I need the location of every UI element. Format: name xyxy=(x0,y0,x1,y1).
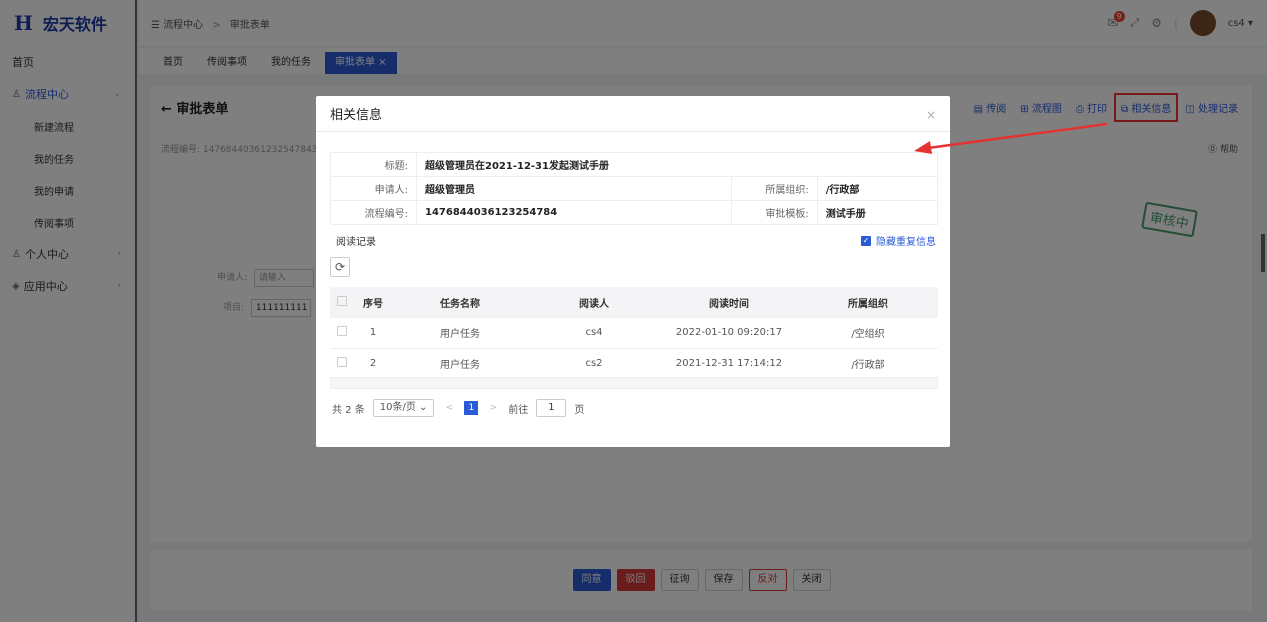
table-cell: 2022-01-10 09:20:17 xyxy=(660,318,798,349)
row-select-cell xyxy=(330,318,354,349)
pagination-total: 共 2 条 xyxy=(332,404,365,416)
info-applicant-label: 申请人: xyxy=(330,176,417,201)
close-icon[interactable]: × xyxy=(926,108,936,122)
info-template-label: 审批模板: xyxy=(730,200,818,225)
info-table: 标题: 超级管理员在2021-12-31发起测试手册 申请人: 超级管理员 所属… xyxy=(330,152,939,225)
table-row[interactable]: 1 用户任务 cs4 2022-01-10 09:20:17 /空组织 xyxy=(330,318,938,349)
column-header: 任务名称 xyxy=(392,287,528,318)
table-scrollbar[interactable] xyxy=(330,377,938,389)
info-applicant-value: 超级管理员 xyxy=(416,176,732,201)
scrollbar[interactable] xyxy=(1261,234,1265,272)
related-info-dialog: 相关信息 × 标题: 超级管理员在2021-12-31发起测试手册 申请人: 超… xyxy=(316,96,950,447)
page-suffix: 页 xyxy=(574,404,585,416)
table-cell: 2021-12-31 17:14:12 xyxy=(660,348,798,379)
column-header: 阅读时间 xyxy=(660,287,798,318)
page-size-value: 10条/页 xyxy=(379,402,416,413)
column-header: 所属组织 xyxy=(798,287,938,318)
pagination: 共 2 条 10条/页 ⌄ < 1 > 前往 1 页 xyxy=(332,399,584,417)
table-header-row: 序号 任务名称 阅读人 阅读时间 所属组织 xyxy=(330,287,938,318)
info-org-value: /行政部 xyxy=(816,176,939,201)
table-cell: cs2 xyxy=(528,348,660,379)
row-checkbox[interactable] xyxy=(337,326,347,337)
read-records-table: 序号 任务名称 阅读人 阅读时间 所属组织 1 用户任务 cs4 2022-01… xyxy=(330,287,938,379)
checkbox-checked-icon[interactable]: ✓ xyxy=(861,235,871,246)
prev-page-button[interactable]: < xyxy=(442,401,456,415)
table-cell: cs4 xyxy=(528,318,660,349)
hide-duplicate-label: 隐藏重复信息 xyxy=(876,237,936,248)
current-page-button[interactable]: 1 xyxy=(464,401,479,415)
goto-page-input[interactable]: 1 xyxy=(536,399,567,417)
goto-label: 前往 xyxy=(508,404,529,416)
select-all-header xyxy=(330,287,354,318)
column-header: 阅读人 xyxy=(528,287,660,318)
info-template-value: 测试手册 xyxy=(816,200,939,225)
table-cell: 1 xyxy=(354,318,392,349)
info-org-label: 所属组织: xyxy=(730,176,818,201)
info-title-label: 标题: xyxy=(330,152,417,177)
table-cell: /行政部 xyxy=(798,348,938,379)
hide-duplicate-checkbox[interactable]: ✓ 隐藏重复信息 xyxy=(861,233,936,248)
table-cell: /空组织 xyxy=(798,318,938,349)
table-row[interactable]: 2 用户任务 cs2 2021-12-31 17:14:12 /行政部 xyxy=(330,348,938,379)
page-size-select[interactable]: 10条/页 ⌄ xyxy=(372,399,435,417)
read-records-title: 阅读记录 xyxy=(336,237,376,248)
next-page-button[interactable]: > xyxy=(486,401,500,415)
select-all-checkbox[interactable] xyxy=(337,296,347,306)
info-flow-no-label: 流程编号: xyxy=(330,200,417,225)
table-cell: 2 xyxy=(354,348,392,379)
table-cell: 用户任务 xyxy=(392,348,528,379)
refresh-icon[interactable]: ⟳ xyxy=(330,257,350,277)
dialog-title: 相关信息 xyxy=(316,96,950,132)
row-checkbox[interactable] xyxy=(337,356,347,367)
row-select-cell xyxy=(330,348,354,379)
info-flow-no-value: 1476844036123254784 xyxy=(416,200,732,225)
info-title-value: 超级管理员在2021-12-31发起测试手册 xyxy=(416,152,938,177)
column-header: 序号 xyxy=(354,287,392,318)
table-cell: 用户任务 xyxy=(392,318,528,349)
